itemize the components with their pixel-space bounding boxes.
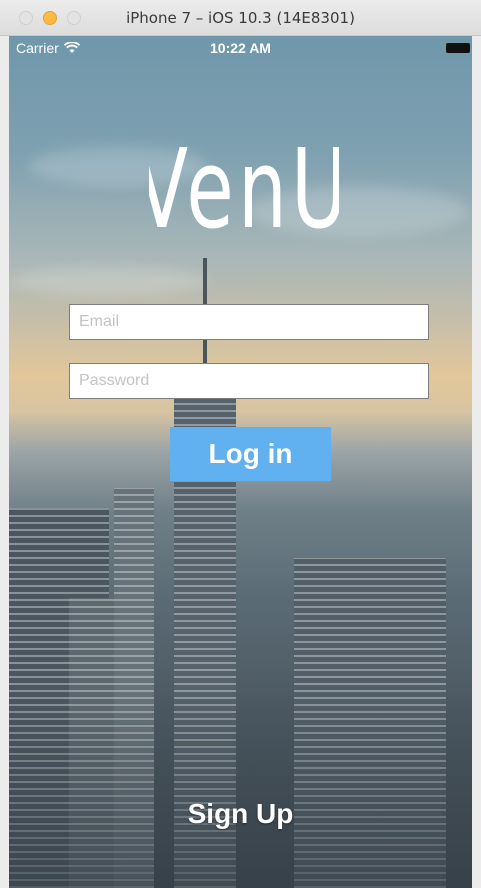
window-titlebar: iPhone 7 – iOS 10.3 (14E8301)	[0, 0, 481, 36]
password-input[interactable]	[70, 364, 428, 398]
city-shadow	[9, 688, 472, 888]
cloud	[9, 266, 209, 296]
email-input[interactable]	[70, 305, 428, 339]
phone-screen: Carrier 10:22 AM VenU Log in Sign Up	[9, 36, 472, 888]
battery-icon	[446, 43, 470, 53]
password-field[interactable]	[69, 363, 429, 399]
logo-text: VenU	[149, 126, 339, 242]
status-bar: Carrier 10:22 AM	[9, 36, 472, 60]
email-field[interactable]	[69, 304, 429, 340]
window-title: iPhone 7 – iOS 10.3 (14E8301)	[126, 9, 355, 27]
venu-logo: VenU	[149, 126, 339, 242]
login-button[interactable]: Log in	[170, 427, 331, 481]
simulator-window: iPhone 7 – iOS 10.3 (14E8301) Carrier 10…	[0, 0, 481, 888]
status-time: 10:22 AM	[210, 40, 271, 56]
sign-up-button[interactable]: Sign Up	[9, 798, 472, 830]
